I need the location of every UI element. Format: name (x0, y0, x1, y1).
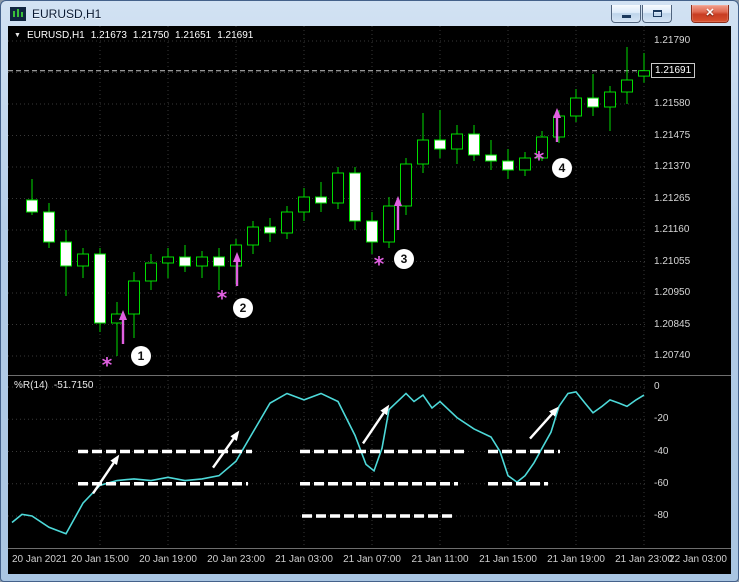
indicator-scale[interactable]: 0 -20 -40 -60 -80 (8, 376, 731, 548)
open-value: 1.21673 (90, 30, 127, 41)
window-title: EURUSD,H1 (32, 6, 102, 21)
chart-area[interactable]: * 1 * 2 * 3 * 4 ▼ EURUSD,H1 1.21673 1.21750 1.2… (8, 26, 731, 574)
indicator-axis-label: -20 (654, 413, 669, 425)
symbol-label: EURUSD,H1 (26, 30, 85, 41)
time-axis-label: 21 Jan 15:00 (479, 554, 537, 565)
indicator-axis-label: -60 (654, 477, 669, 489)
chart-icon (10, 6, 26, 21)
price-axis-label: 1.21370 (654, 161, 691, 172)
price-scale[interactable]: 1.21790 1.21580 1.21475 1.21370 1.21265 1.211… (8, 26, 731, 375)
window-titlebar[interactable]: EURUSD,H1 ✕ (8, 1, 731, 26)
window-controls: ✕ (611, 4, 729, 23)
close-button[interactable]: ✕ (691, 4, 729, 23)
time-axis-label: 20 Jan 15:00 (71, 554, 129, 565)
time-axis-label: 22 Jan 03:00 (669, 554, 727, 565)
minimize-icon (621, 15, 631, 18)
current-price-badge: 1.21691 (651, 62, 696, 78)
time-axis-label: 21 Jan 11:00 (411, 554, 469, 565)
indicator-axis-label: 0 (654, 381, 660, 392)
indicator-axis-label: -40 (654, 445, 669, 457)
price-axis-label: 1.21580 (654, 98, 691, 109)
ohlc-header: ▼ EURUSD,H1 1.21673 1.21750 1.21651 1.21… (14, 30, 253, 41)
price-axis-label: 1.21790 (654, 35, 691, 46)
chart-marker-icon: ▼ (14, 32, 21, 39)
time-axis-label: 20 Jan 2021 (12, 554, 68, 565)
time-axis-label: 21 Jan 03:00 (275, 554, 333, 565)
price-axis-label: 1.21160 (654, 224, 690, 235)
price-axis-label: 1.21265 (654, 192, 691, 204)
close-value: 1.21691 (217, 30, 254, 41)
high-value: 1.21750 (132, 30, 170, 41)
time-scale[interactable]: 20 Jan 2021 20 Jan 15:00 20 Jan 19:00 20 Ja… (8, 549, 731, 574)
mt4-chart-window: EURUSD,H1 ✕ * 1 * 2 * 3 * 4 ▼ EURUSD,H1 … (0, 0, 739, 582)
price-axis-label: 1.20950 (654, 287, 691, 298)
maximize-button[interactable] (642, 4, 672, 23)
price-axis-label: 1.21475 (654, 129, 691, 141)
price-axis-label: 1.21055 (654, 255, 691, 267)
minimize-button[interactable] (611, 4, 641, 23)
time-axis-label: 20 Jan 19:00 (139, 554, 197, 565)
time-axis-label: 21 Jan 07:00 (343, 554, 401, 565)
maximize-icon (652, 9, 662, 17)
price-axis-label: 1.20740 (654, 350, 691, 361)
close-icon: ✕ (705, 6, 715, 19)
time-axis-label: 21 Jan 23:00 (615, 554, 673, 565)
indicator-axis-label: -80 (654, 510, 669, 521)
low-value: 1.21651 (175, 30, 212, 41)
price-axis-label: 1.20845 (654, 318, 691, 330)
indicator-value: -51.7150 (53, 380, 94, 391)
indicator-header: %R(14) -51.7150 (14, 380, 93, 391)
indicator-name: %R(14) (14, 380, 48, 391)
time-axis-label: 21 Jan 19:00 (547, 554, 605, 565)
time-axis-label: 20 Jan 23:00 (207, 554, 265, 565)
